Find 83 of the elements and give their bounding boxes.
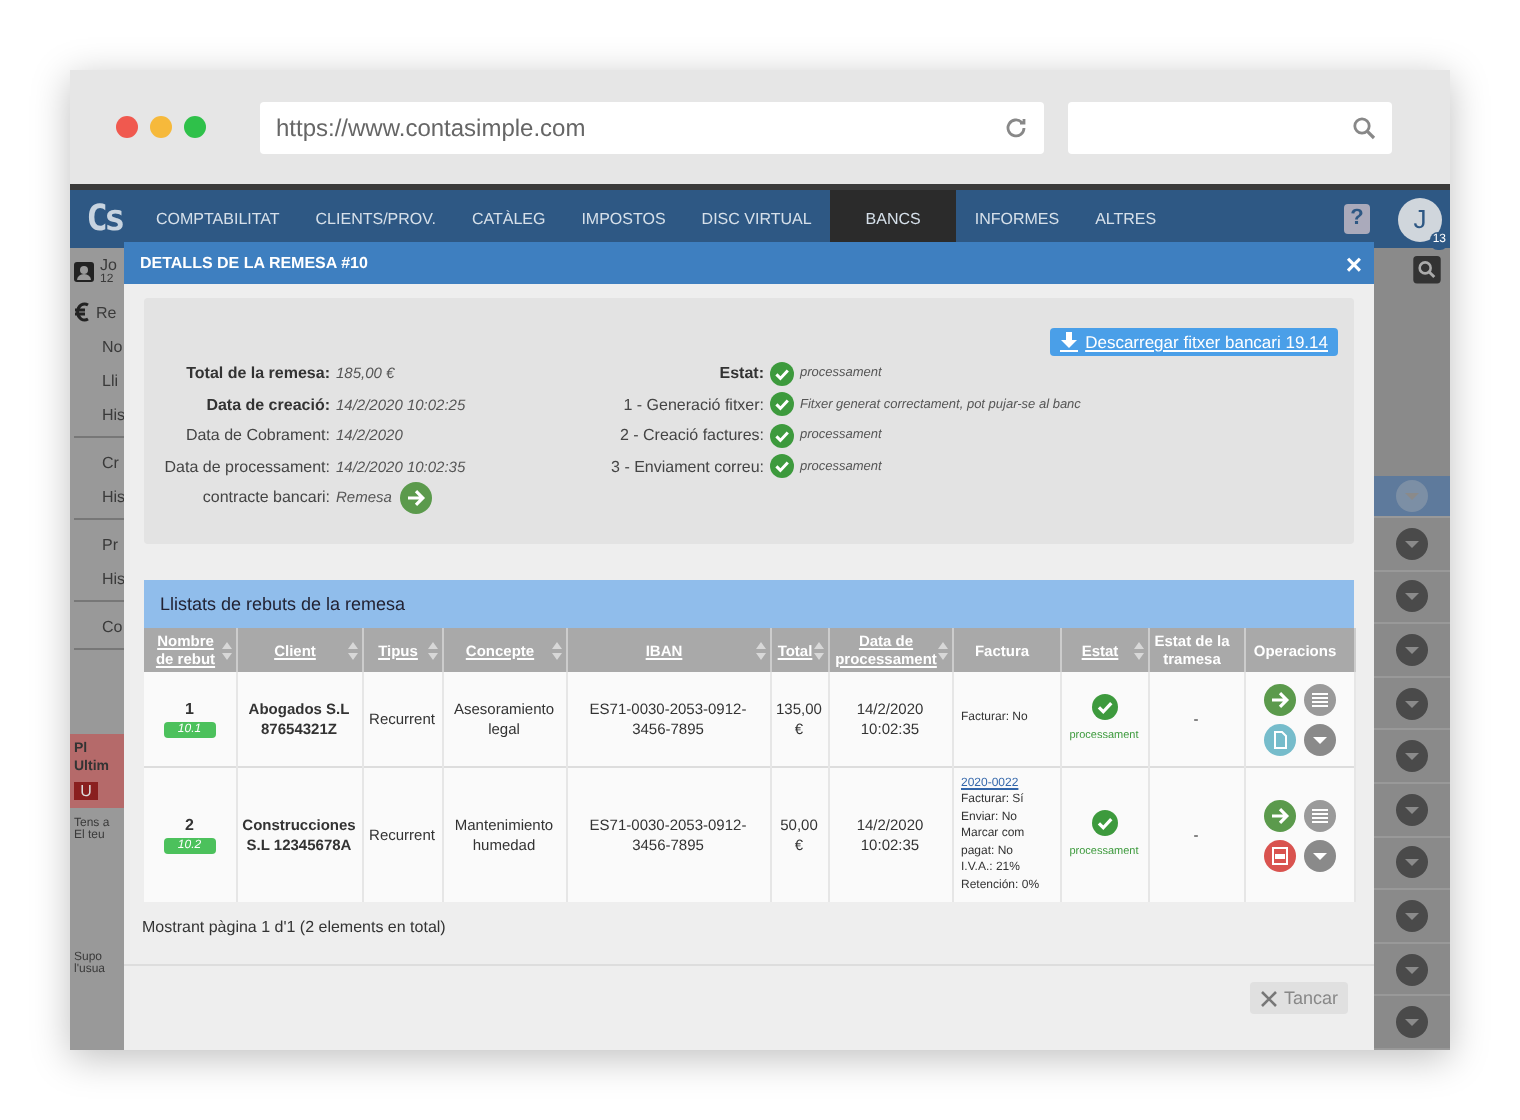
- nav-tab[interactable]: CLIENTS/PROV.: [297, 190, 454, 248]
- caret-down-icon: [1396, 633, 1428, 666]
- sidebar-link[interactable]: Pr: [102, 536, 128, 554]
- field-label: 3 - Enviament correu:: [609, 457, 764, 476]
- sort-icon: [1133, 642, 1143, 660]
- check-icon: [770, 454, 794, 479]
- pdf-icon[interactable]: [1263, 839, 1295, 871]
- help-button[interactable]: ?: [1344, 204, 1370, 234]
- download-icon: [1059, 332, 1078, 352]
- check-icon: [770, 423, 794, 448]
- minimize-dot-icon[interactable]: [150, 116, 172, 138]
- euro-icon: [74, 302, 90, 322]
- list-icon[interactable]: [1303, 683, 1335, 715]
- nav-tab[interactable]: DISC VIRTUAL: [683, 190, 830, 248]
- field-label: Data de Cobrament:: [183, 426, 330, 445]
- close-modal-button[interactable]: Tancar: [1249, 982, 1348, 1014]
- sort-icon: [551, 642, 561, 660]
- sidebar-link[interactable]: Co: [102, 618, 128, 636]
- sidebar-link[interactable]: His: [102, 488, 128, 506]
- sidebar-link[interactable]: No: [102, 338, 128, 356]
- sidebar-link[interactable]: His: [102, 406, 128, 424]
- caret-down-icon: [1396, 1006, 1428, 1039]
- sort-icon: [813, 642, 823, 660]
- nav-tab[interactable]: COMPTABILITAT: [138, 190, 298, 248]
- caret-down-icon[interactable]: [1303, 839, 1335, 871]
- download-button[interactable]: Descarregar fitxer bancari 19.14: [1049, 328, 1338, 356]
- close-button[interactable]: ×: [1345, 249, 1362, 277]
- receipt-number: 1: [183, 701, 196, 717]
- search-icon: [1412, 256, 1442, 284]
- arrow-right-icon[interactable]: [399, 481, 432, 514]
- nav-tab[interactable]: BANCS: [829, 190, 957, 248]
- list-icon[interactable]: [1303, 799, 1335, 831]
- pagination-text: Mostrant pàgina 1 d'1 (2 elements en total): [124, 918, 1374, 966]
- nav-tab[interactable]: IMPOSTOS: [563, 190, 684, 248]
- field-label: Total de la remesa:: [184, 364, 330, 383]
- sidebar-link[interactable]: His: [102, 570, 128, 588]
- caret-down-icon: [1396, 479, 1428, 512]
- promo-button[interactable]: U: [74, 782, 98, 800]
- arrow-right-icon[interactable]: [1263, 683, 1295, 715]
- nav-tab[interactable]: INFORMES: [956, 190, 1078, 248]
- check-icon: [770, 361, 794, 386]
- field-label: 1 - Generació fitxer:: [621, 395, 764, 414]
- document-icon[interactable]: [1263, 723, 1295, 755]
- sort-icon: [937, 642, 947, 660]
- close-icon: [1259, 989, 1278, 1007]
- close-dot-icon[interactable]: [116, 116, 138, 138]
- field-label: Estat:: [717, 364, 764, 383]
- modal-title: DETALLS DE LA REMESA #10: [140, 254, 368, 272]
- logo[interactable]: Cs: [70, 190, 138, 248]
- field-label: contracte bancari:: [200, 488, 330, 507]
- search-icon[interactable]: [1352, 115, 1376, 139]
- field-label: Data de processament:: [162, 457, 330, 476]
- caret-down-icon: [1396, 527, 1428, 560]
- section-title[interactable]: Re: [96, 303, 117, 321]
- caret-down-icon: [1396, 953, 1428, 986]
- sidebar-link[interactable]: Cr: [102, 454, 128, 472]
- sort-icon: [755, 642, 765, 660]
- caret-down-icon: [1396, 687, 1428, 720]
- sort-icon: [221, 642, 231, 660]
- table-title: Llistats de rebuts de la remesa: [144, 580, 1354, 628]
- sidebar-link[interactable]: Lli: [102, 372, 128, 390]
- user-name: Jo: [100, 256, 117, 274]
- sort-icon: [427, 642, 437, 660]
- caret-down-icon: [1396, 899, 1428, 932]
- address-field[interactable]: https://www.contasimple.com: [260, 101, 1044, 153]
- maximize-dot-icon[interactable]: [184, 116, 206, 138]
- field-label: 2 - Creació factures:: [617, 426, 764, 445]
- check-icon: [770, 392, 794, 417]
- receipt-number: 2: [183, 817, 196, 833]
- check-icon: [1091, 809, 1117, 835]
- caret-down-icon: [1396, 793, 1428, 826]
- arrow-right-icon[interactable]: [1263, 799, 1295, 831]
- caret-down-icon: [1396, 580, 1428, 613]
- reload-icon[interactable]: [1004, 115, 1028, 139]
- search-field[interactable]: [1068, 101, 1392, 153]
- field-label: Data de creació:: [204, 395, 330, 414]
- nav-tab[interactable]: ALTRES: [1077, 190, 1175, 248]
- caret-down-icon: [1396, 846, 1428, 879]
- nav-tab[interactable]: CATÀLEG: [453, 190, 564, 248]
- caret-down-icon[interactable]: [1303, 723, 1335, 755]
- check-icon: [1091, 693, 1117, 719]
- caret-down-icon: [1396, 740, 1428, 773]
- sort-icon: [347, 642, 357, 660]
